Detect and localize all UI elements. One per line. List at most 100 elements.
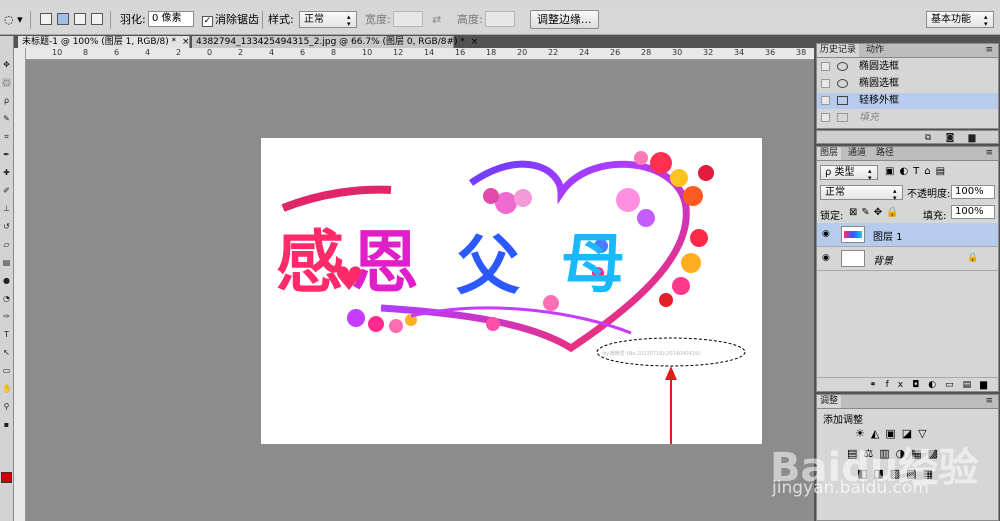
intersect-selection-icon[interactable]	[91, 13, 103, 25]
height-input[interactable]	[485, 11, 515, 27]
canvas-area[interactable]: 感 恩 父 母 by.微微爱 (No.20130718)(2014040419)	[26, 60, 814, 521]
history-checkbox[interactable]	[821, 96, 830, 105]
divider	[110, 11, 111, 29]
artwork: 感 恩 父 母 by.微微爱 (No.20130718)(2014040419)	[276, 151, 746, 444]
hand-tool-icon[interactable]: ✋	[2, 384, 12, 393]
lock-label: 锁定:	[820, 211, 844, 222]
swap-icon[interactable]: ⇄	[432, 12, 441, 28]
history-checkbox[interactable]	[821, 62, 830, 71]
ruler-tick-label: 24	[579, 48, 590, 57]
history-item[interactable]: 填充	[817, 110, 998, 126]
tab-paths[interactable]: 路径	[873, 147, 897, 160]
panel-menu-icon[interactable]: ≡	[982, 44, 996, 57]
layer-name[interactable]: 图层 1	[873, 228, 903, 243]
ruler-tick-label: 38	[796, 48, 807, 57]
layer-filter-select[interactable]: ρ 类型	[820, 165, 878, 182]
refine-edge-button[interactable]: 调整边缘...	[530, 10, 599, 29]
flower-decoration	[659, 293, 673, 307]
history-brush-tool-icon[interactable]: ↺	[2, 222, 11, 231]
flower-decoration	[486, 317, 500, 331]
feather-input[interactable]: 0 像素	[148, 11, 194, 27]
heart-outline	[380, 160, 690, 353]
gradient-tool-icon[interactable]: ▤	[2, 258, 11, 267]
checkbox-check-icon[interactable]: ✓	[202, 16, 213, 27]
horizontal-ruler: 10 8 6 4 2 0 2 4 6 8 10 12 14 16 18 20 22 24 26 28 30 32 34 36 3…	[26, 48, 814, 60]
layer-filter-icons[interactable]: ▣◐T⌂▤	[885, 166, 950, 177]
crop-tool-icon[interactable]: ⌗	[2, 132, 11, 141]
ruler-tick-label: 18	[486, 48, 497, 57]
stamp-tool-icon[interactable]: ⊥	[2, 204, 11, 213]
new-selection-icon[interactable]	[40, 13, 52, 25]
foreground-color-swatch[interactable]	[1, 472, 12, 483]
pen-tool-icon[interactable]: ✑	[2, 312, 11, 321]
brush-tool-icon[interactable]: ✐	[2, 186, 11, 195]
subtract-selection-icon[interactable]	[74, 13, 86, 25]
document-tab-bar: 未标题-1 @ 100% (图层 1, RGB/8) * × 4382794_1…	[14, 36, 814, 48]
layer-thumbnail[interactable]	[841, 226, 865, 243]
eye-icon[interactable]: ◉	[822, 254, 832, 263]
move-tool-icon[interactable]: ✥	[2, 60, 11, 69]
layers-footer-icons[interactable]: ⚭fx◘◐▭▤▆	[817, 377, 998, 391]
type-tool-icon[interactable]: T	[2, 330, 11, 339]
layer-row-layer1[interactable]: ◉ 图层 1	[817, 223, 998, 247]
default-colors-icon[interactable]: ▪	[2, 420, 11, 429]
eyedropper-tool-icon[interactable]: ✒	[2, 150, 11, 159]
history-checkbox[interactable]	[821, 113, 830, 122]
marquee-tool-preset-icon[interactable]: ◌ ▾	[4, 12, 23, 28]
add-selection-icon[interactable]	[57, 13, 69, 25]
headline-char-1: 感	[276, 223, 344, 303]
opacity-input[interactable]: 100%	[951, 185, 995, 199]
tab-adjustments[interactable]: 调整	[817, 395, 842, 408]
healing-brush-tool-icon[interactable]: ✚	[2, 168, 11, 177]
document-tab-1[interactable]: 未标题-1 @ 100% (图层 1, RGB/8) * ×	[18, 36, 190, 48]
ruler-tick-label: 12	[393, 48, 404, 57]
fill-input[interactable]: 100%	[951, 205, 995, 219]
ruler-tick-label: 10	[52, 48, 63, 57]
tab-layers[interactable]: 图层	[817, 147, 842, 160]
new-document-from-state-icon[interactable]: ⧉	[921, 131, 935, 145]
blend-mode-select[interactable]: 正常	[820, 185, 903, 202]
zoom-tool-icon[interactable]: ⚲	[2, 402, 11, 411]
eraser-tool-icon[interactable]: ▱	[2, 240, 11, 249]
history-item[interactable]: 椭圆选框	[817, 59, 998, 75]
panel-menu-icon[interactable]: ≡	[982, 395, 996, 408]
flower-decoration	[698, 165, 714, 181]
dodge-tool-icon[interactable]: ◔	[2, 294, 11, 303]
width-input[interactable]	[393, 11, 423, 27]
layer-row-background[interactable]: ◉ 背景 🔒	[817, 247, 998, 271]
ruler-tick-label: 4	[269, 48, 275, 57]
tab-channels[interactable]: 通道	[845, 147, 869, 160]
history-item[interactable]: 椭圆选框	[817, 76, 998, 92]
height-label: 高度:	[457, 13, 483, 26]
marquee-tool-icon[interactable]: ◌	[2, 78, 11, 87]
antialias-checkbox[interactable]: ✓ 消除锯齿	[202, 12, 259, 28]
adjustments-panel-tabs: 调整 ≡	[817, 395, 998, 409]
blur-tool-icon[interactable]: ●	[2, 276, 11, 285]
path-select-tool-icon[interactable]: ↖	[2, 348, 11, 357]
layer-thumbnail[interactable]	[841, 250, 865, 267]
close-icon[interactable]: ×	[182, 37, 190, 47]
close-icon[interactable]: ×	[471, 37, 479, 47]
tab-actions[interactable]: 动作	[863, 44, 887, 57]
layer-name[interactable]: 背景	[873, 252, 893, 267]
trash-icon[interactable]: ▆	[965, 131, 979, 145]
ruler-tick-label: 26	[610, 48, 621, 57]
history-item-selected[interactable]: 轻移外框	[817, 93, 998, 109]
new-snapshot-icon[interactable]: ◙	[943, 131, 957, 145]
panel-menu-icon[interactable]: ≡	[982, 147, 996, 160]
vertical-ruler	[14, 48, 26, 521]
document-tab-2[interactable]: 4382794_133425494315_2.jpg @ 66.7% (图层 0…	[192, 36, 478, 48]
style-select[interactable]: 正常	[299, 11, 357, 28]
quick-select-tool-icon[interactable]: ✎	[2, 114, 11, 123]
lock-icons[interactable]: ⊠✎✥🔒	[849, 207, 903, 218]
tab-history[interactable]: 历史记录	[817, 44, 860, 57]
document-canvas[interactable]: 感 恩 父 母 by.微微爱 (No.20130718)(2014040419)	[261, 138, 762, 444]
document-icon	[837, 113, 848, 122]
shape-tool-icon[interactable]: ▭	[2, 366, 11, 375]
workspace-select[interactable]: 基本功能	[926, 11, 994, 28]
lasso-tool-icon[interactable]: ρ	[2, 96, 11, 105]
fill-label: 填充:	[923, 211, 947, 222]
eye-icon[interactable]: ◉	[822, 230, 832, 239]
history-checkbox[interactable]	[821, 79, 830, 88]
flower-decoration	[389, 319, 403, 333]
